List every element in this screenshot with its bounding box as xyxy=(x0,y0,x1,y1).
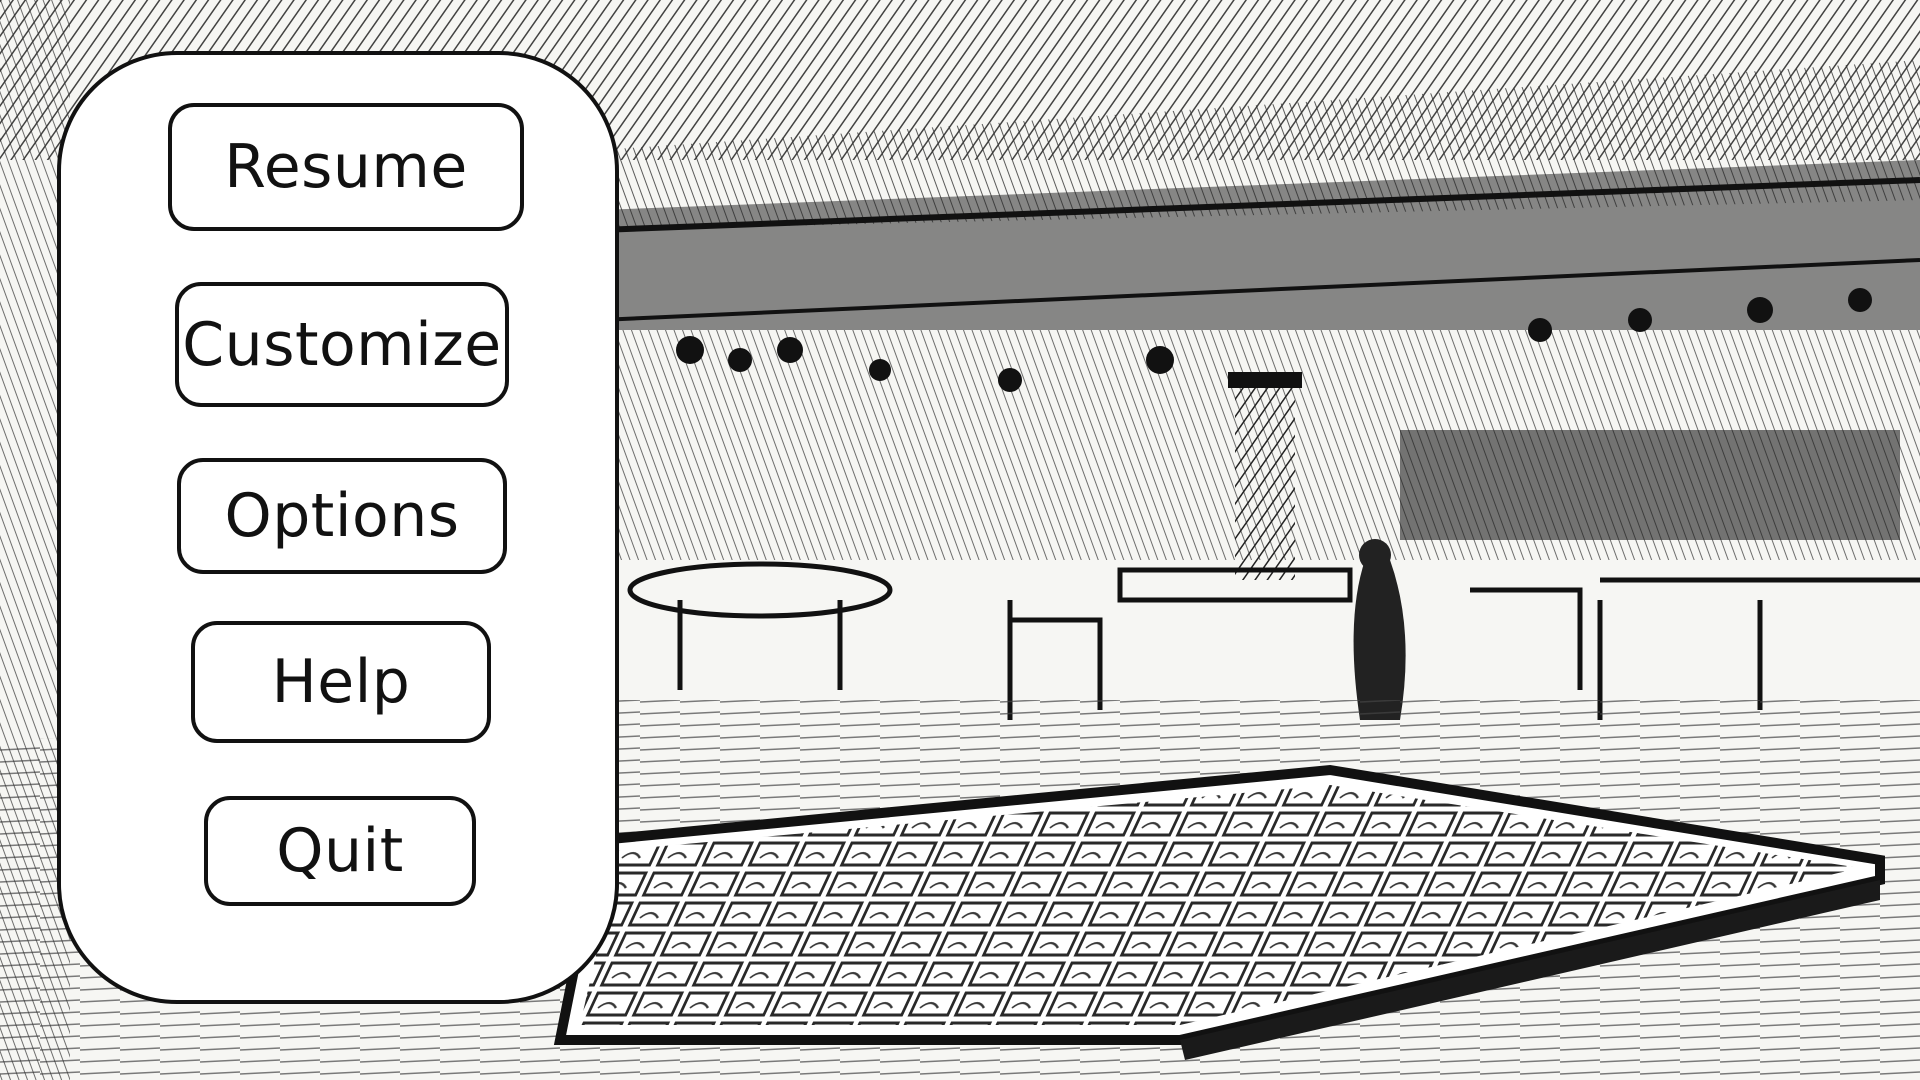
game-screen: Resume Customize Options Help Quit xyxy=(0,0,1920,1080)
help-button[interactable]: Help xyxy=(191,621,491,743)
quit-button[interactable]: Quit xyxy=(204,796,476,906)
options-button[interactable]: Options xyxy=(177,458,507,574)
resume-button[interactable]: Resume xyxy=(168,103,524,231)
customize-button[interactable]: Customize xyxy=(175,282,509,407)
pause-menu-panel: Resume Customize Options Help Quit xyxy=(57,51,619,1004)
